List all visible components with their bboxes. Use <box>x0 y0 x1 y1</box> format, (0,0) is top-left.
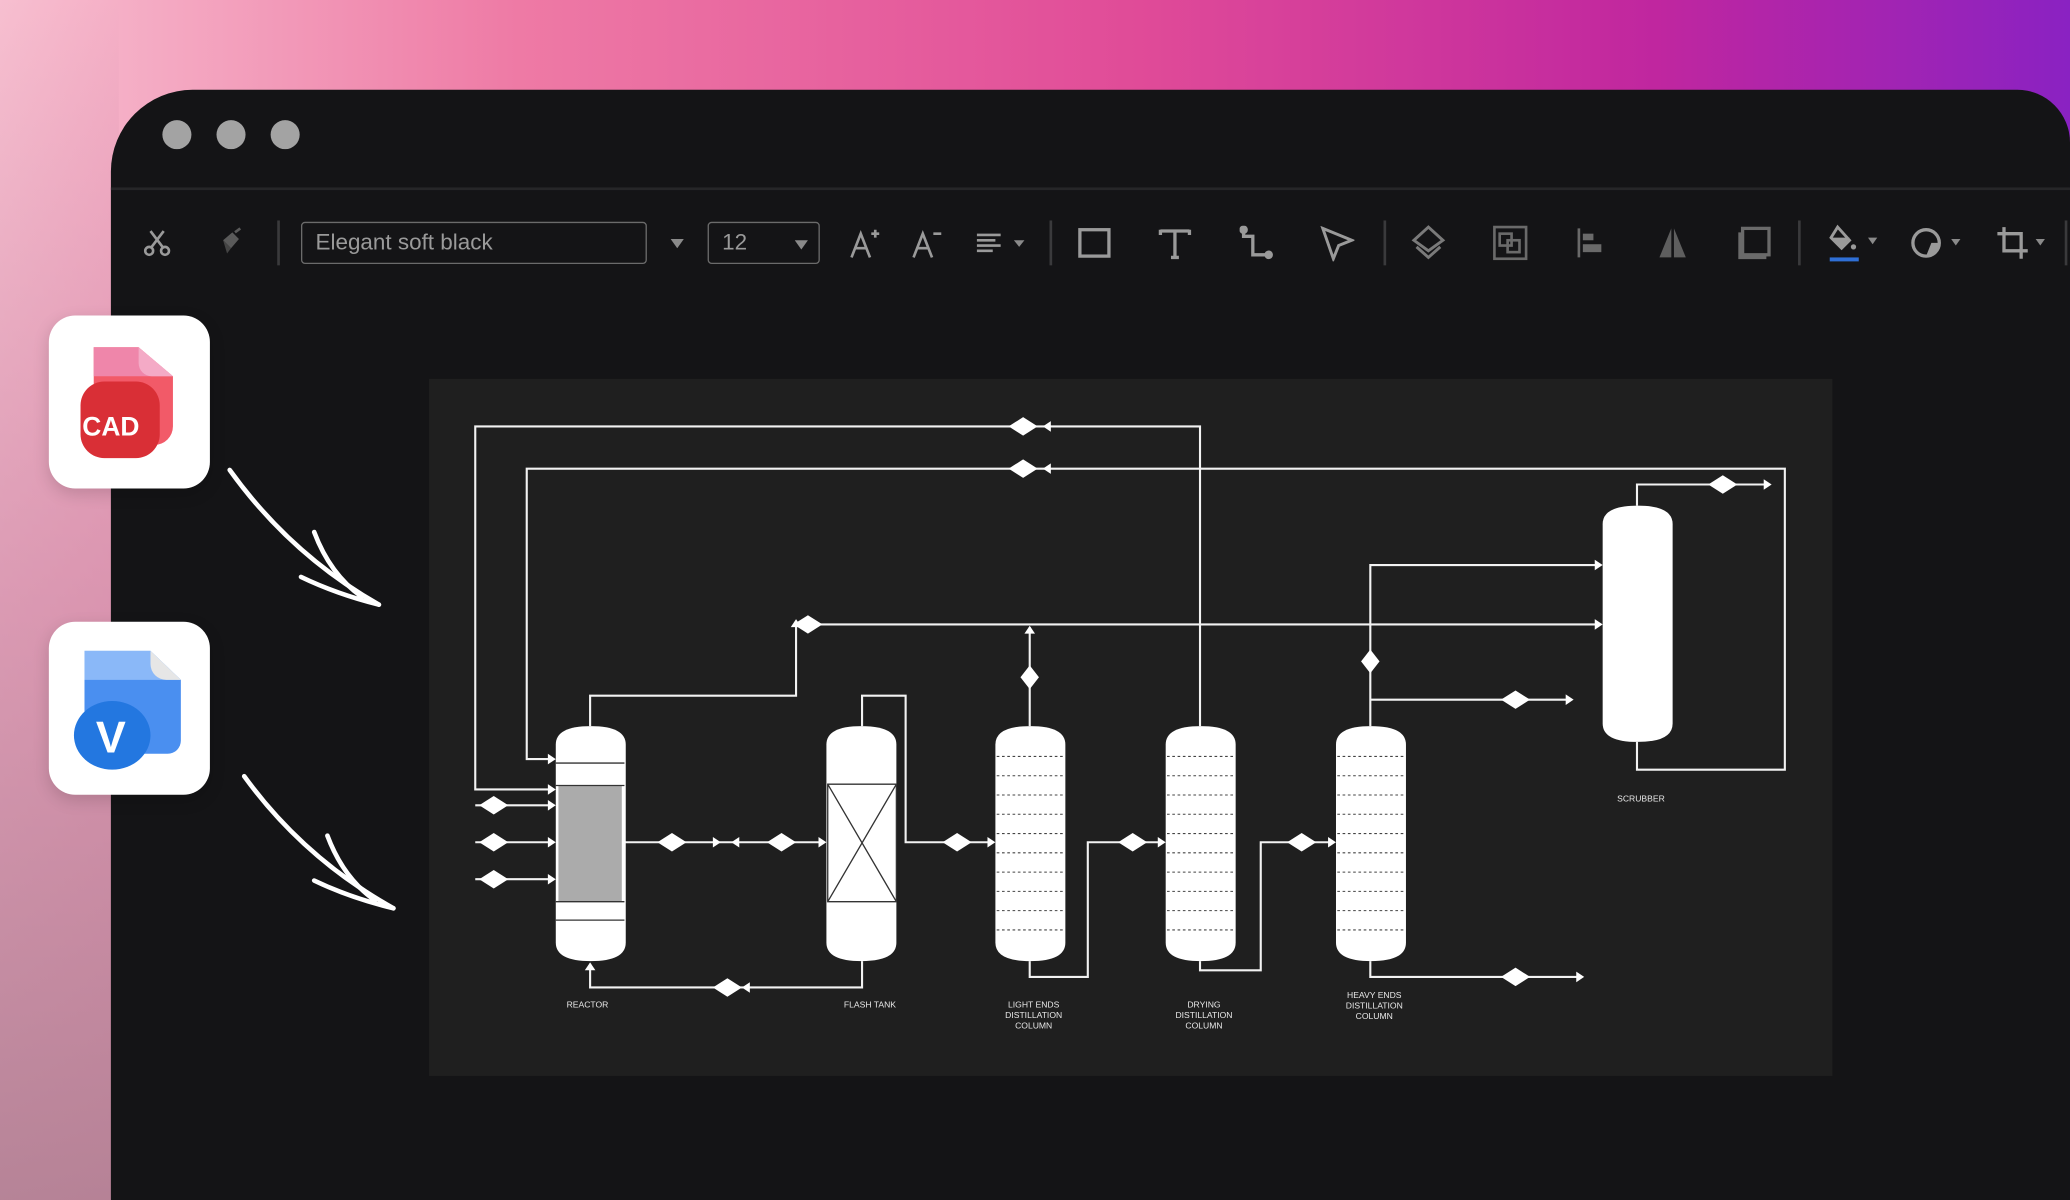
arrowhead <box>547 800 556 811</box>
cad-file-card[interactable]: CAD <box>48 315 210 489</box>
drying-column <box>1165 726 1236 962</box>
valve-diamond <box>1501 967 1531 987</box>
valve-diamond <box>942 833 972 852</box>
valve-diamond <box>1287 833 1317 852</box>
curved-arrow-icon <box>227 467 382 607</box>
arrowhead <box>741 982 750 993</box>
flow-arrows <box>547 421 1772 993</box>
arrowhead-icon <box>311 833 396 911</box>
curved-arrow-icon <box>241 773 396 911</box>
arrowhead <box>731 836 740 848</box>
labels: REACTOR FLASH TANK LIGHT ENDS DISTILLATI… <box>567 793 1665 1030</box>
reactor-catalyst-bed <box>558 785 622 902</box>
arrowhead-icon <box>298 529 382 607</box>
arrowhead <box>547 784 556 795</box>
arrowhead <box>547 753 556 765</box>
vessels <box>555 505 1673 962</box>
label-flash-tank: FLASH TANK <box>844 999 896 1009</box>
arrowhead <box>1042 421 1051 432</box>
label-scrubber: SCRUBBER <box>1617 793 1665 803</box>
valve-diamond <box>1020 665 1039 690</box>
valve-diamond <box>767 833 797 852</box>
cad-badge-text: CAD <box>82 412 139 442</box>
visio-file-card[interactable]: V <box>48 621 210 795</box>
valve-diamond <box>1708 475 1738 494</box>
valve-diamond <box>1008 459 1038 478</box>
valve-diamond <box>1361 649 1380 674</box>
label-drying-1: DRYING <box>1187 999 1221 1009</box>
label-reactor: REACTOR <box>567 999 609 1009</box>
valve-diamond <box>1008 417 1038 436</box>
valve-diamond <box>479 869 509 889</box>
valve-diamond <box>657 833 687 852</box>
cad-file-icon: CAD <box>80 347 173 459</box>
label-heavy-ends-3: COLUMN <box>1356 1011 1393 1021</box>
arrowhead <box>712 836 721 848</box>
arrowhead <box>987 836 996 848</box>
label-heavy-ends-2: DISTILLATION <box>1346 1001 1403 1011</box>
arrowhead <box>818 836 827 848</box>
pipe <box>589 623 1601 727</box>
heavy-ends-column <box>1335 726 1406 962</box>
arrowhead <box>1157 836 1166 848</box>
arrowhead <box>547 873 556 885</box>
arrowhead <box>1565 694 1574 705</box>
label-drying-2: DISTILLATION <box>1175 1010 1232 1020</box>
arrowhead <box>1594 559 1603 571</box>
visio-file-icon: V <box>73 650 181 770</box>
label-drying-3: COLUMN <box>1185 1020 1222 1030</box>
label-heavy-ends-1: HEAVY ENDS <box>1347 990 1402 1000</box>
pipe <box>1369 961 1582 978</box>
light-ends-column <box>995 726 1066 962</box>
stage: Elegant soft black 12 REACTOR FLASH TANK… <box>0 0 2070 1200</box>
label-light-ends-1: LIGHT ENDS <box>1008 999 1060 1009</box>
pipe <box>525 467 1786 771</box>
arrowhead <box>547 836 556 848</box>
valve-diamond <box>1118 833 1148 852</box>
valves <box>479 417 1738 997</box>
pipes <box>474 425 1786 989</box>
label-light-ends-2: DISTILLATION <box>1005 1010 1062 1020</box>
arrowhead <box>1042 463 1051 474</box>
arrowhead <box>584 962 596 971</box>
valve-diamond <box>1501 690 1531 709</box>
valve-diamond <box>479 796 509 815</box>
arrowhead <box>1594 619 1603 630</box>
arrow-decorations <box>227 467 396 911</box>
valve-diamond <box>479 833 509 852</box>
pipe <box>1369 563 1601 727</box>
valve-diamond <box>712 978 742 997</box>
arrowhead <box>1576 971 1585 983</box>
label-light-ends-3: COLUMN <box>1015 1020 1052 1030</box>
pipe <box>1635 483 1770 506</box>
visio-badge-text: V <box>96 711 126 762</box>
arrowhead <box>1763 479 1772 490</box>
process-flow-diagram[interactable]: REACTOR FLASH TANK LIGHT ENDS DISTILLATI… <box>0 0 2070 1200</box>
arrowhead <box>1328 836 1336 848</box>
arrowhead <box>1024 625 1035 634</box>
scrubber-vessel <box>1602 505 1673 742</box>
